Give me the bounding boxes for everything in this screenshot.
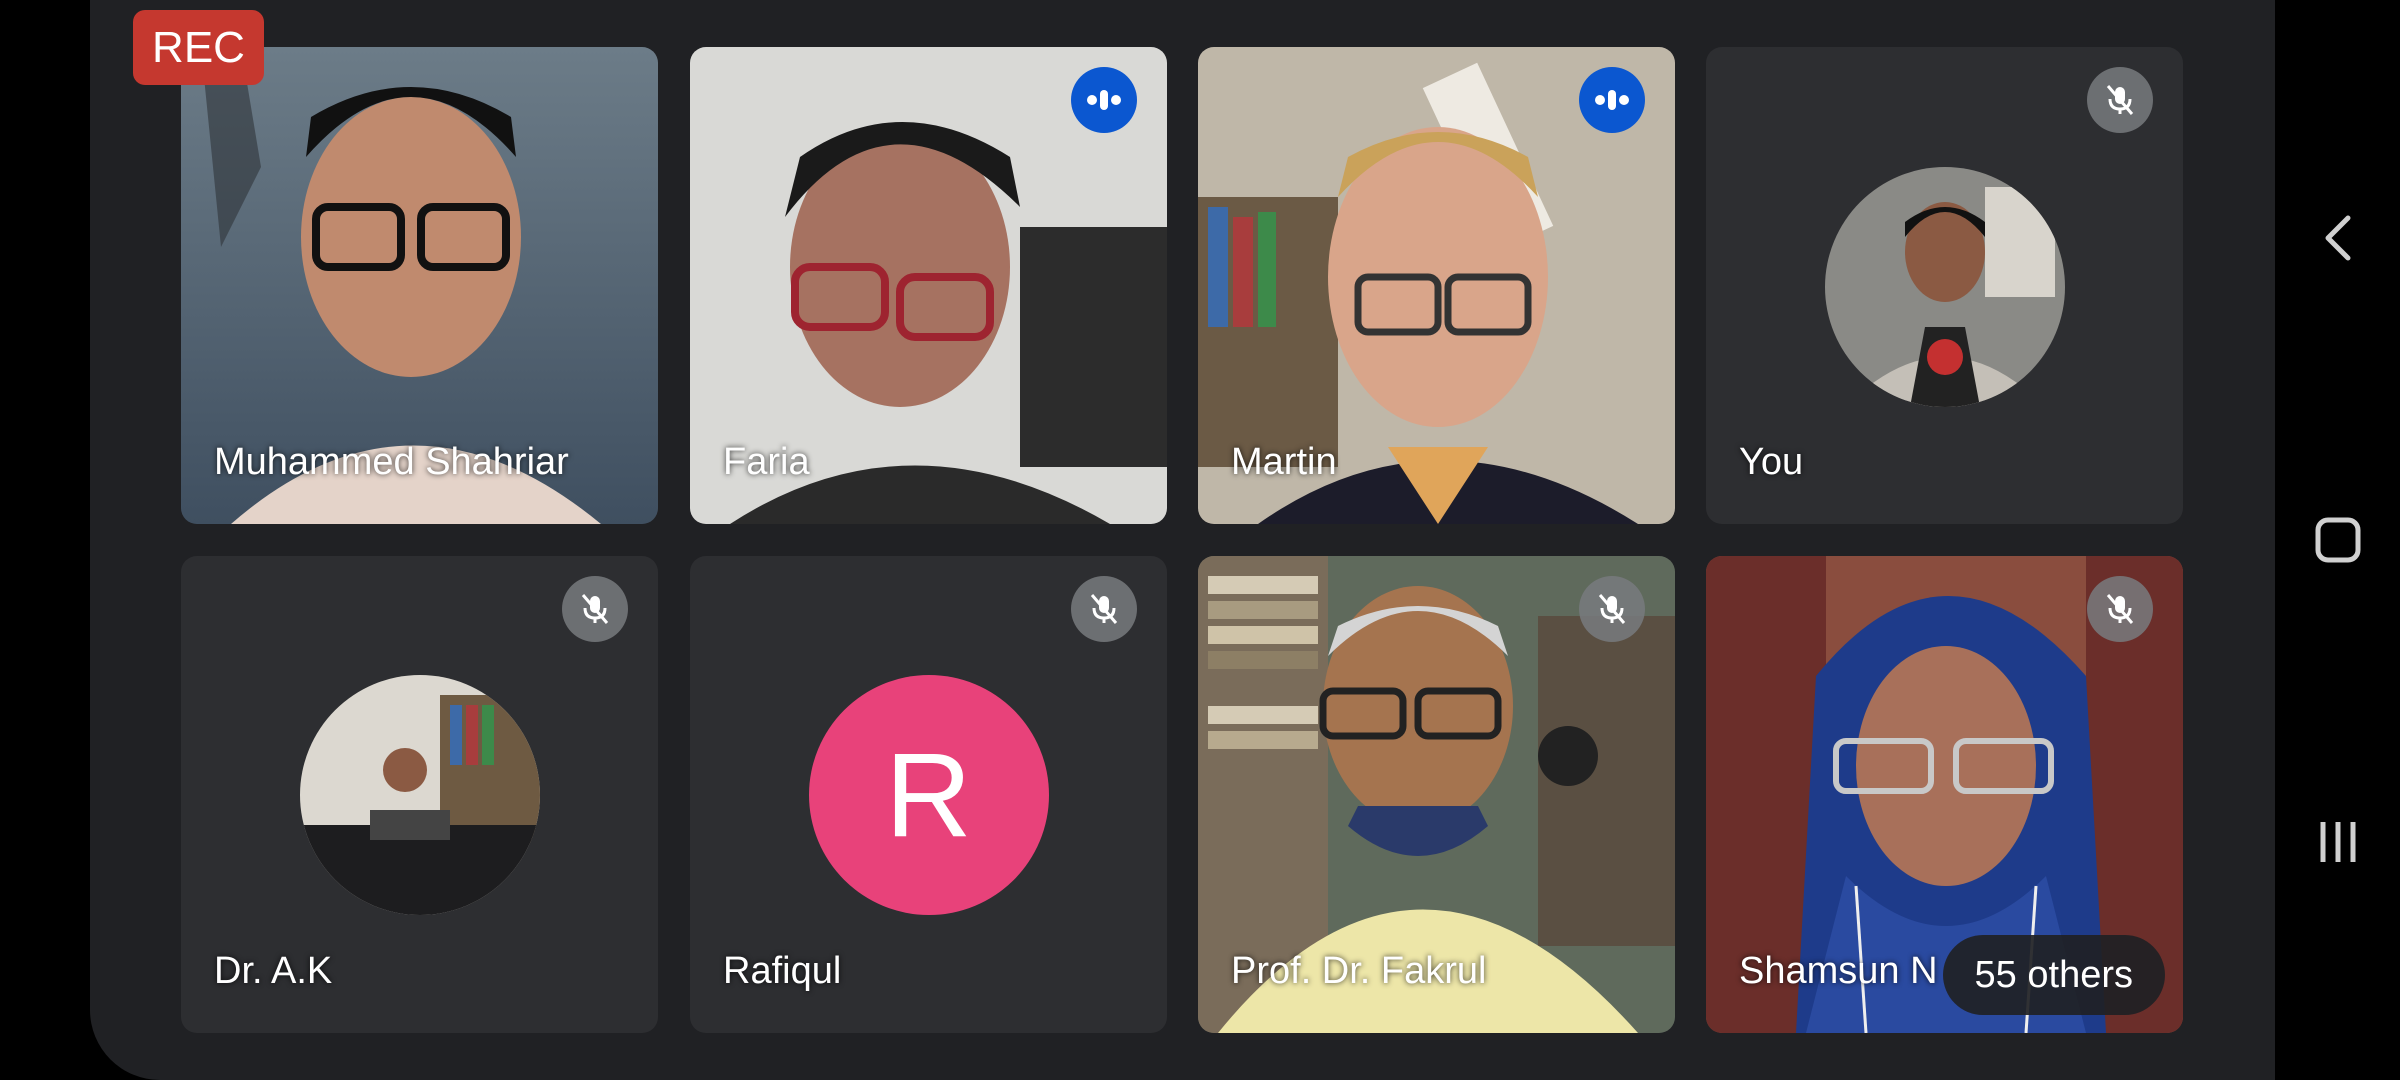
participant-name: Muhammed Shahriar	[214, 441, 569, 483]
participant-tile[interactable]: Dr. A.K	[181, 556, 658, 1033]
recents-icon[interactable]	[2300, 804, 2375, 879]
participant-tile[interactable]: Prof. Dr. Fakrul	[1198, 556, 1675, 1033]
mic-off-icon	[1071, 576, 1137, 642]
participant-tile[interactable]: You	[1706, 47, 2183, 524]
participant-tile[interactable]: Shamsun N 55 others	[1706, 556, 2183, 1033]
participant-tile[interactable]: Muhammed Shahriar	[181, 47, 658, 524]
others-count-button[interactable]: 55 others	[1942, 935, 2165, 1015]
participant-tile[interactable]: R Rafiqul	[690, 556, 1167, 1033]
mic-off-icon	[562, 576, 628, 642]
participant-name: Rafiqul	[723, 950, 842, 992]
mic-off-icon	[2087, 576, 2153, 642]
speaking-indicator-icon	[1579, 67, 1645, 133]
mic-off-icon	[1579, 576, 1645, 642]
speaking-indicator-icon	[1071, 67, 1137, 133]
participant-name: Prof. Dr. Fakrul	[1231, 950, 1487, 992]
participant-name: You	[1739, 441, 1804, 483]
avatar-initial: R	[808, 674, 1049, 915]
participant-name: Faria	[723, 441, 810, 483]
avatar	[1824, 167, 2065, 407]
recording-badge: REC	[133, 10, 264, 85]
participant-name: Martin	[1231, 441, 1337, 483]
chevron-left-icon[interactable]	[2300, 200, 2375, 275]
participant-name: Shamsun N	[1739, 950, 1938, 992]
participant-name: Dr. A.K	[214, 950, 333, 992]
participant-tile[interactable]: Martin	[1198, 47, 1675, 524]
participant-tile[interactable]: Faria	[690, 47, 1167, 524]
square-home-icon[interactable]	[2300, 502, 2375, 577]
mic-off-icon	[2087, 67, 2153, 133]
avatar	[299, 674, 540, 915]
